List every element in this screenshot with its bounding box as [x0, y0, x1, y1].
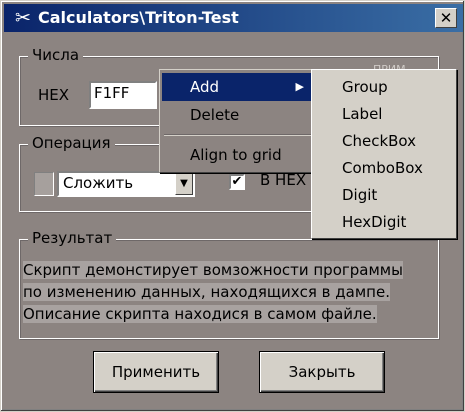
menu-separator	[164, 134, 312, 136]
add-submenu: Group Label CheckBox ComboBox Digit HexD…	[311, 69, 457, 239]
hex-label: HEX	[38, 86, 70, 104]
submenu-item-combobox[interactable]: ComboBox	[342, 159, 423, 177]
chevron-down-icon[interactable]: ▼	[175, 173, 193, 195]
result-legend: Результат	[28, 229, 117, 247]
numbers-legend: Числа	[28, 46, 84, 64]
submenu-item-group[interactable]: Group	[342, 78, 388, 96]
tools-icon: ✂	[15, 7, 31, 29]
operation-combo-value: Сложить	[63, 174, 134, 192]
result-line: по изменению данных, находящихся в дампе…	[23, 283, 390, 301]
menu-item-align-label: Align to grid	[190, 146, 282, 164]
chevron-right-icon: ▶	[295, 80, 304, 93]
menu-item-delete[interactable]: Delete	[162, 101, 314, 129]
operation-combo[interactable]: Сложить ▼	[57, 171, 195, 197]
hex-checkbox[interactable]: ✔	[229, 174, 245, 190]
hex-input[interactable]: F1FF	[89, 81, 157, 109]
hex-checkbox-label: В HEX	[260, 171, 307, 189]
title-bar[interactable]: ✂ Calculators\Triton-Test ✕	[4, 4, 463, 32]
check-icon: ✔	[231, 174, 243, 189]
window-title: Calculators\Triton-Test	[38, 8, 239, 27]
submenu-item-digit[interactable]: Digit	[342, 186, 377, 204]
menu-item-add-label: Add	[190, 78, 220, 96]
operation-color-swatch	[34, 172, 54, 196]
apply-button[interactable]: Применить	[93, 351, 219, 393]
close-button[interactable]: Закрыть	[259, 351, 385, 393]
result-text: Скрипт демонстирует вомзожности программ…	[23, 259, 431, 325]
calculator-window: ✂ Calculators\Triton-Test ✕ Числа HEX F1…	[0, 0, 465, 412]
operation-legend: Операция	[28, 134, 115, 152]
context-menu: Add ▶ Delete Align to grid	[159, 69, 317, 173]
submenu-item-hexdigit[interactable]: HexDigit	[342, 213, 406, 231]
submenu-item-label[interactable]: Label	[342, 105, 382, 123]
result-line: Скрипт демонстирует вомзожности программ…	[23, 261, 403, 279]
menu-item-align-to-grid[interactable]: Align to grid	[162, 141, 314, 169]
submenu-item-checkbox[interactable]: CheckBox	[342, 132, 416, 150]
result-line: Описание скрипта находися в самом файле.	[23, 305, 377, 323]
close-icon[interactable]: ✕	[435, 8, 457, 28]
menu-item-add[interactable]: Add ▶	[162, 73, 314, 101]
menu-item-delete-label: Delete	[190, 106, 240, 124]
